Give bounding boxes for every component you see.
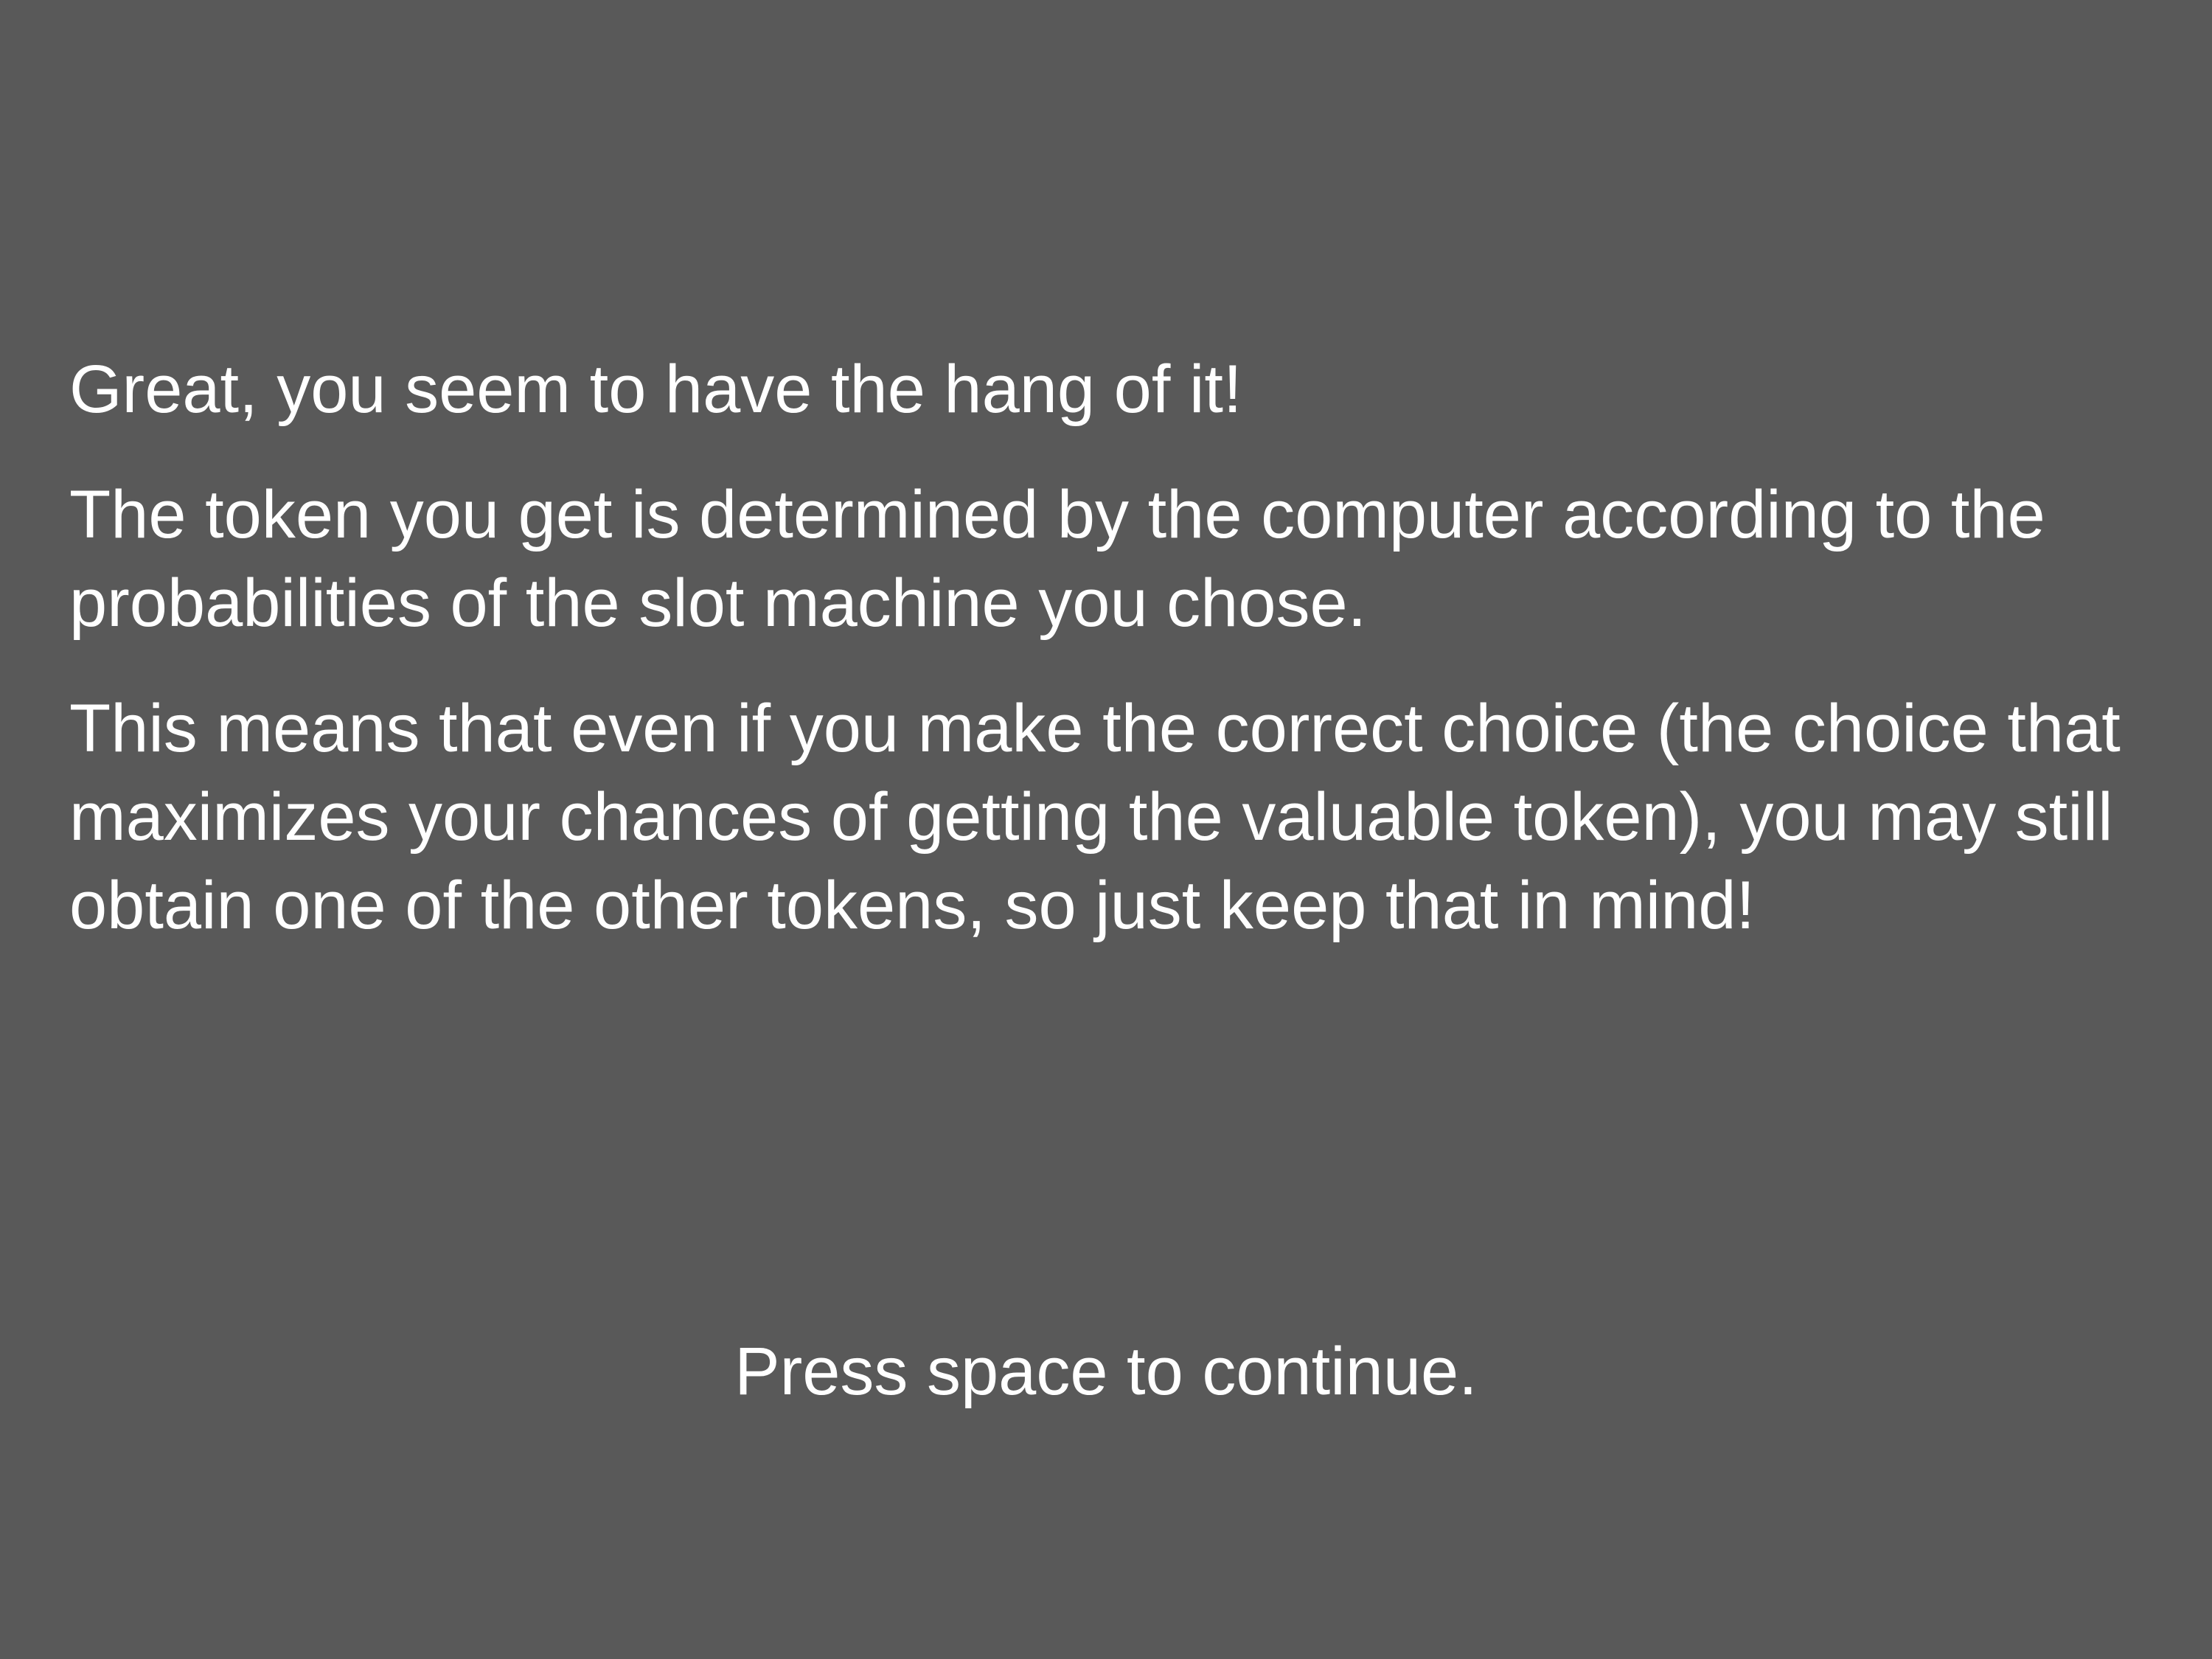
instruction-paragraph-1: Great, you seem to have the hang of it! (69, 352, 1242, 427)
instruction-paragraph-2: The token you get is determined by the c… (69, 477, 2045, 641)
instruction-screen[interactable]: Great, you seem to have the hang of it! … (0, 0, 2212, 1659)
instruction-paragraph-3: This means that even if you make the cor… (69, 691, 2121, 943)
continue-prompt: Press space to continue. (734, 1334, 1478, 1409)
instruction-text-block: Great, you seem to have the hang of it! … (69, 345, 2163, 987)
